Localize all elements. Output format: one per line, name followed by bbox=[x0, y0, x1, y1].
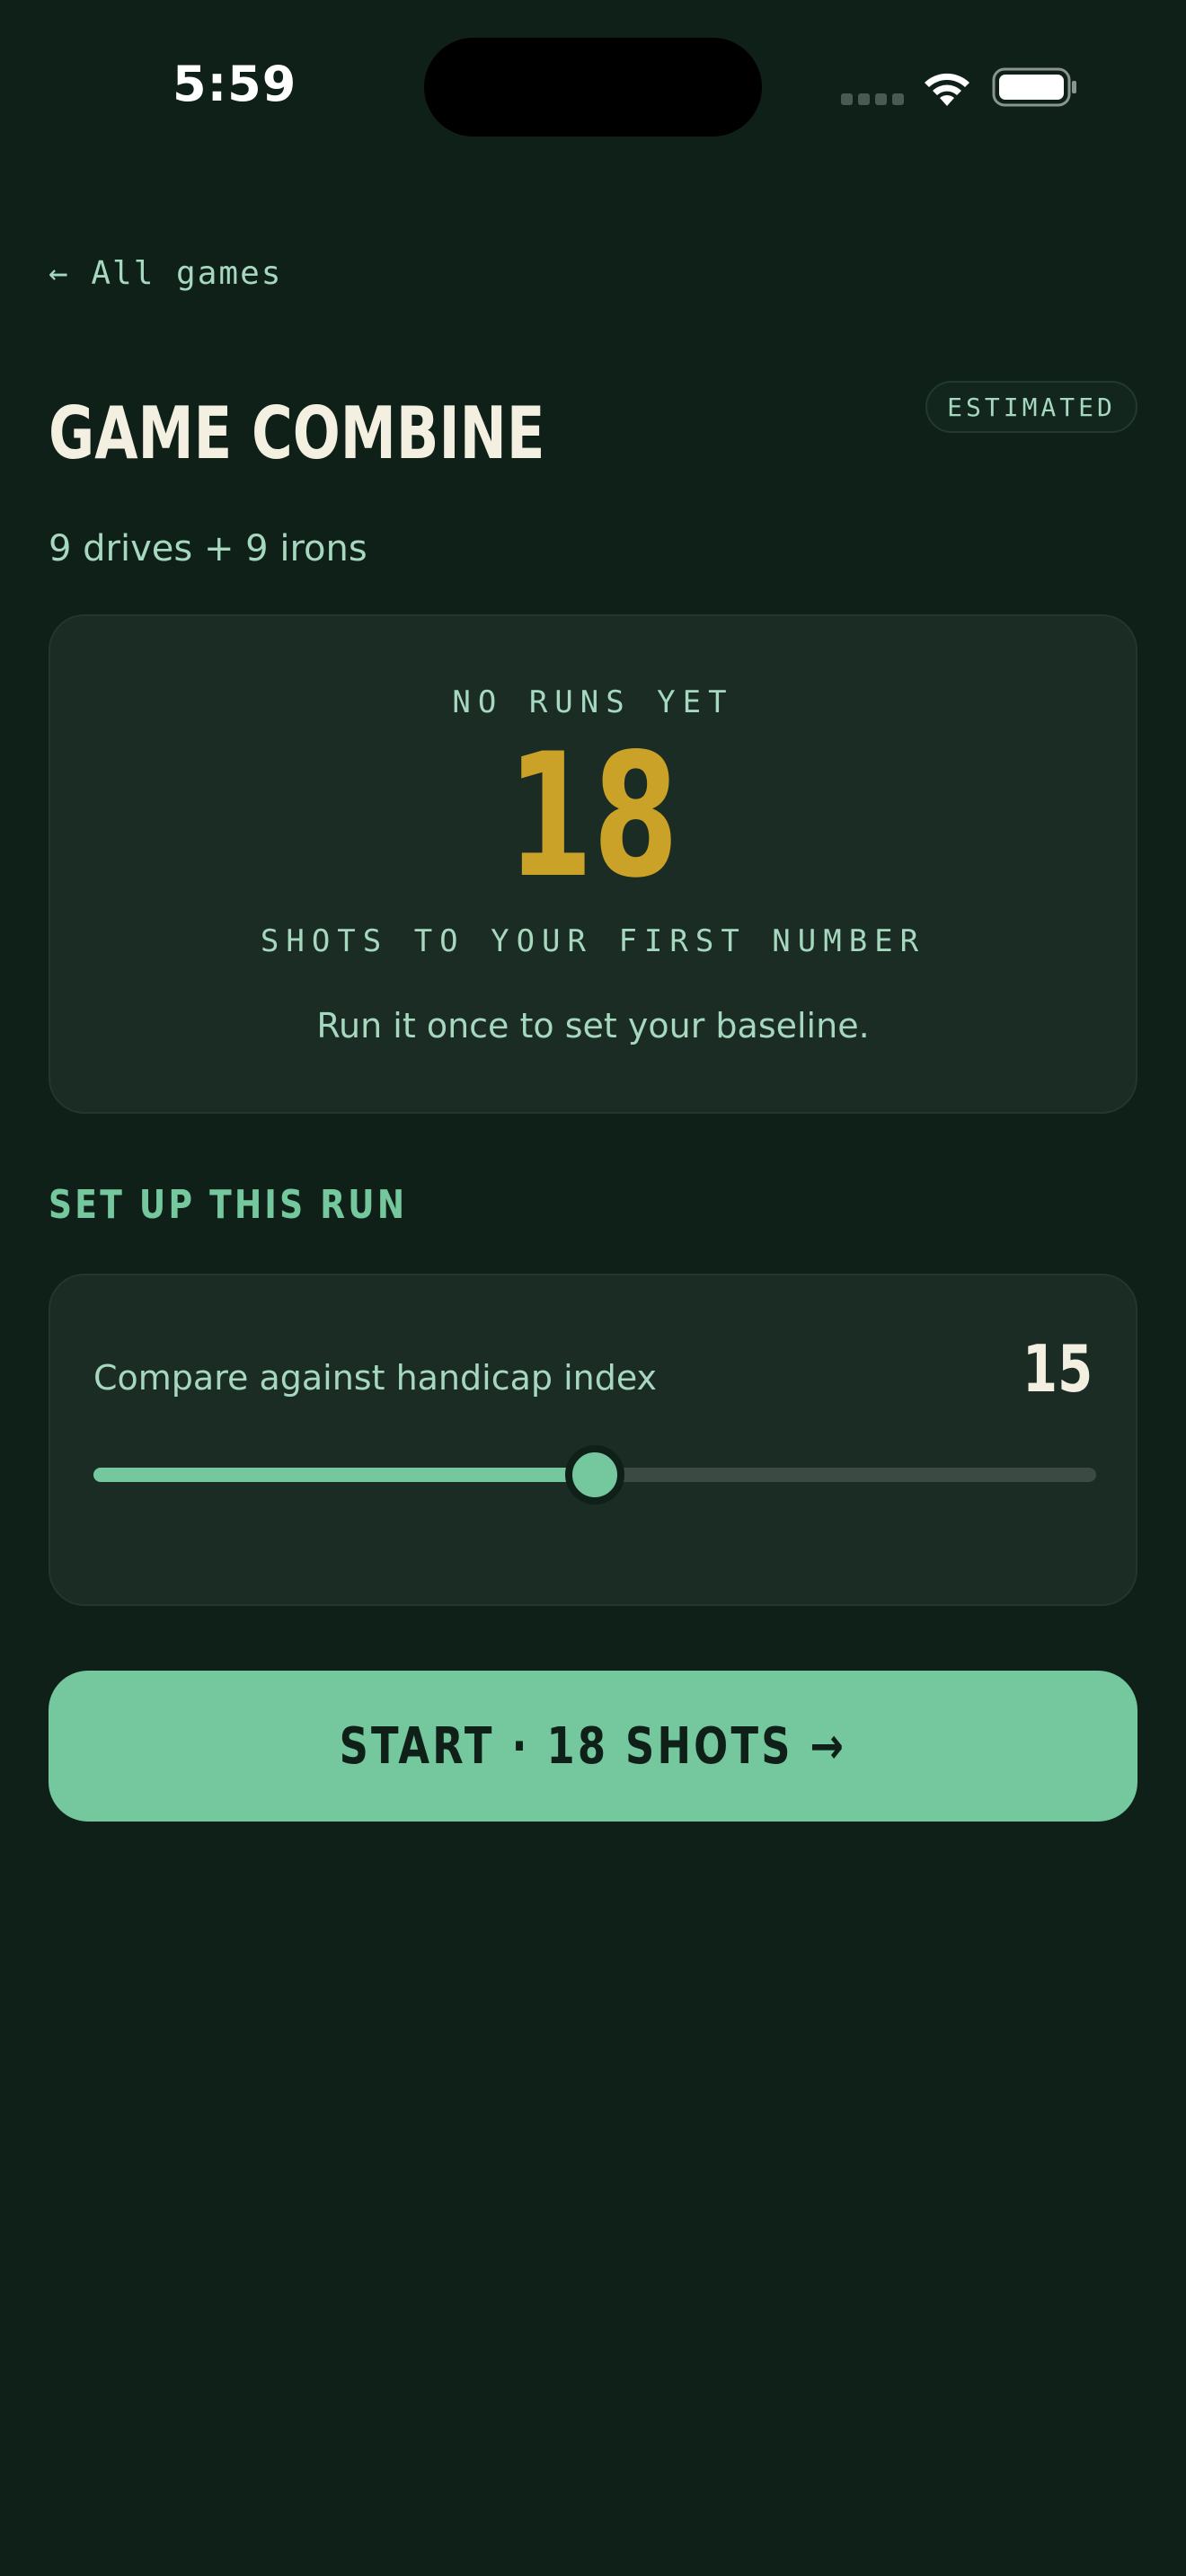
start-button-label: START · 18 SHOTS → bbox=[339, 1716, 847, 1776]
handicap-value: 15 bbox=[1022, 1331, 1093, 1407]
battery-icon bbox=[992, 67, 1076, 107]
handicap-slider-thumb[interactable] bbox=[565, 1445, 624, 1504]
cellular-signal-icon bbox=[841, 93, 904, 105]
dynamic-island bbox=[424, 38, 762, 137]
wifi-icon bbox=[925, 73, 969, 106]
shots-count: 18 bbox=[507, 717, 679, 915]
setup-card: Compare against handicap index 15 bbox=[49, 1274, 1137, 1606]
setup-section-heading: SET UP THIS RUN bbox=[49, 1182, 408, 1228]
start-button[interactable]: START · 18 SHOTS → bbox=[49, 1671, 1137, 1822]
page-title: GAME COMBINE bbox=[49, 392, 545, 475]
shots-caption: SHOTS TO YOUR FIRST NUMBER bbox=[260, 923, 926, 959]
baseline-note: Run it once to set your baseline. bbox=[316, 1006, 870, 1045]
runs-status-label: NO RUNS YET bbox=[452, 684, 734, 720]
page-subtitle: 9 drives + 9 irons bbox=[49, 528, 367, 569]
runs-summary-card: NO RUNS YET 18 SHOTS TO YOUR FIRST NUMBE… bbox=[49, 614, 1137, 1114]
handicap-slider-fill bbox=[93, 1468, 595, 1482]
back-to-all-games-link[interactable]: ← All games bbox=[49, 255, 282, 292]
status-time: 5:59 bbox=[173, 56, 297, 112]
estimated-badge: ESTIMATED bbox=[925, 381, 1137, 433]
handicap-slider[interactable] bbox=[93, 1445, 1096, 1504]
handicap-label: Compare against handicap index bbox=[93, 1358, 658, 1398]
